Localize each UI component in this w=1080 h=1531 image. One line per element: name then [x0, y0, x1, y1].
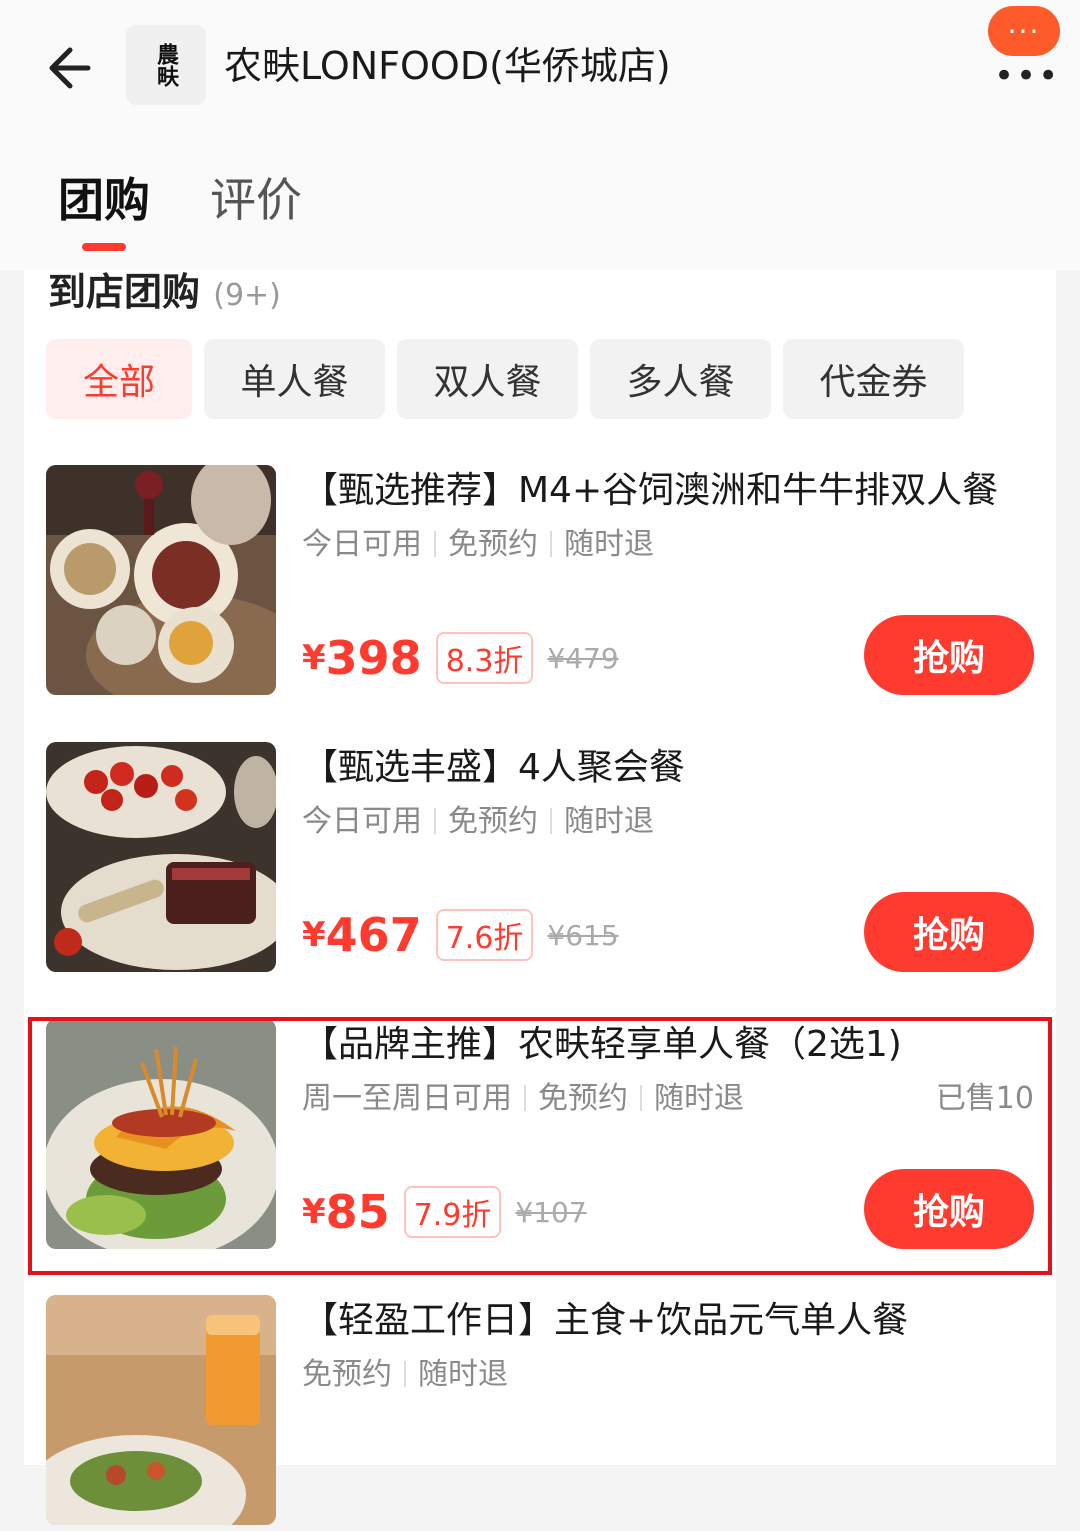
deal-tags: 周一至周日可用 免预约 随时退 [302, 1079, 744, 1119]
currency-symbol: ¥ [302, 1192, 326, 1232]
shop-name: 农畉LONFOOD(华侨城店) [224, 44, 671, 88]
more-dots-icon[interactable]: ••• [994, 56, 1060, 96]
deal-photo-steak-tomatoes[interactable] [46, 742, 276, 972]
deal-tag: 免预约 [538, 1081, 628, 1116]
section-title-text: 到店团购 [48, 270, 201, 314]
deal-photo-steak-platter[interactable] [46, 465, 276, 695]
original-price: ¥615 [547, 918, 619, 952]
deal-item[interactable]: 【品牌主推】农畉轻享单人餐（2选1) 周一至周日可用 免预约 随时退 已售10 ¥ … [46, 1019, 1034, 1255]
deal-item[interactable]: 【轻盈工作日】主食+饮品元气单人餐 免预约 随时退 [46, 1295, 1034, 1531]
deal-photo-salad-drink[interactable] [46, 1295, 276, 1525]
deal-tag: 免预约 [448, 527, 538, 562]
more-menu-button[interactable]: ··· [988, 6, 1060, 56]
deal-tag: 免预约 [448, 804, 538, 839]
buy-button[interactable]: 抢购 [864, 615, 1034, 695]
discount-badge: 7.9折 [403, 1186, 502, 1238]
price-row: ¥ 398 8.3折 ¥479 [302, 631, 619, 685]
deal-title[interactable]: 【甄选推荐】M4+谷饲澳洲和牛牛排双人餐 [302, 467, 998, 515]
deal-tags: 免预约 随时退 [302, 1355, 508, 1395]
tag-divider [434, 531, 436, 557]
filter-multi[interactable]: 多人餐 [590, 339, 771, 419]
deal-title[interactable]: 【品牌主推】农畉轻享单人餐（2选1) [302, 1021, 902, 1069]
deal-tag: 随时退 [564, 804, 654, 839]
app-header: 農畉 农畉LONFOOD(华侨城店) ··· ••• 团购 评价 [0, 0, 1080, 270]
currency-symbol: ¥ [302, 638, 326, 678]
deal-price: 467 [325, 908, 422, 962]
tab-reviews[interactable]: 评价 [210, 170, 302, 230]
filter-single[interactable]: 单人餐 [204, 339, 385, 419]
deal-title[interactable]: 【轻盈工作日】主食+饮品元气单人餐 [302, 1297, 908, 1345]
price-row: ¥ 85 7.9折 ¥107 [302, 1185, 587, 1239]
deal-title[interactable]: 【甄选丰盛】4人聚会餐 [302, 744, 685, 792]
deal-photo-burger[interactable] [46, 1019, 276, 1249]
back-arrow-icon[interactable] [44, 40, 100, 96]
active-tab-indicator [82, 243, 126, 251]
discount-badge: 8.3折 [435, 632, 534, 684]
deal-tag: 免预约 [302, 1357, 392, 1392]
shop-logo[interactable]: 農畉 [126, 25, 206, 105]
deal-item[interactable]: 【甄选丰盛】4人聚会餐 今日可用 免预约 随时退 ¥ 467 7.6折 ¥615 抢… [46, 742, 1034, 978]
price-row: ¥ 467 7.6折 ¥615 [302, 908, 619, 962]
section-count: (9+) [213, 278, 281, 313]
filter-double[interactable]: 双人餐 [397, 339, 578, 419]
deal-price: 398 [325, 631, 422, 685]
tag-divider [550, 531, 552, 557]
deal-tag: 随时退 [564, 527, 654, 562]
tag-divider [640, 1085, 642, 1111]
shop-logo-text: 農畉 [153, 43, 179, 87]
tag-divider [404, 1361, 406, 1387]
deal-tag: 今日可用 [302, 804, 422, 839]
filter-all[interactable]: 全部 [46, 339, 192, 419]
deal-tag: 今日可用 [302, 527, 422, 562]
deal-item[interactable]: 【甄选推荐】M4+谷饲澳洲和牛牛排双人餐 今日可用 免预约 随时退 ¥ 398 8.… [46, 465, 1034, 701]
deal-tags: 今日可用 免预约 随时退 [302, 525, 654, 565]
currency-symbol: ¥ [302, 915, 326, 955]
deal-tag: 随时退 [654, 1081, 744, 1116]
filter-voucher[interactable]: 代金券 [783, 339, 964, 419]
tag-divider [550, 808, 552, 834]
sold-count: 已售10 [935, 1081, 1034, 1116]
original-price: ¥107 [515, 1195, 587, 1229]
tag-divider [524, 1085, 526, 1111]
deal-tags: 今日可用 免预约 随时退 [302, 802, 654, 842]
deal-tag: 周一至周日可用 [302, 1081, 512, 1116]
deal-price: 85 [325, 1185, 390, 1239]
tab-group-buy[interactable]: 团购 [58, 170, 150, 230]
buy-button[interactable]: 抢购 [864, 1169, 1034, 1249]
deal-tag: 随时退 [418, 1357, 508, 1392]
deals-card: 到店团购 (9+) 全部 单人餐 双人餐 多人餐 代金券 【甄选推荐】M4+谷饲… [24, 265, 1056, 1525]
tag-divider [434, 808, 436, 834]
discount-badge: 7.6折 [435, 909, 534, 961]
buy-button[interactable]: 抢购 [864, 892, 1034, 972]
original-price: ¥479 [547, 641, 619, 675]
